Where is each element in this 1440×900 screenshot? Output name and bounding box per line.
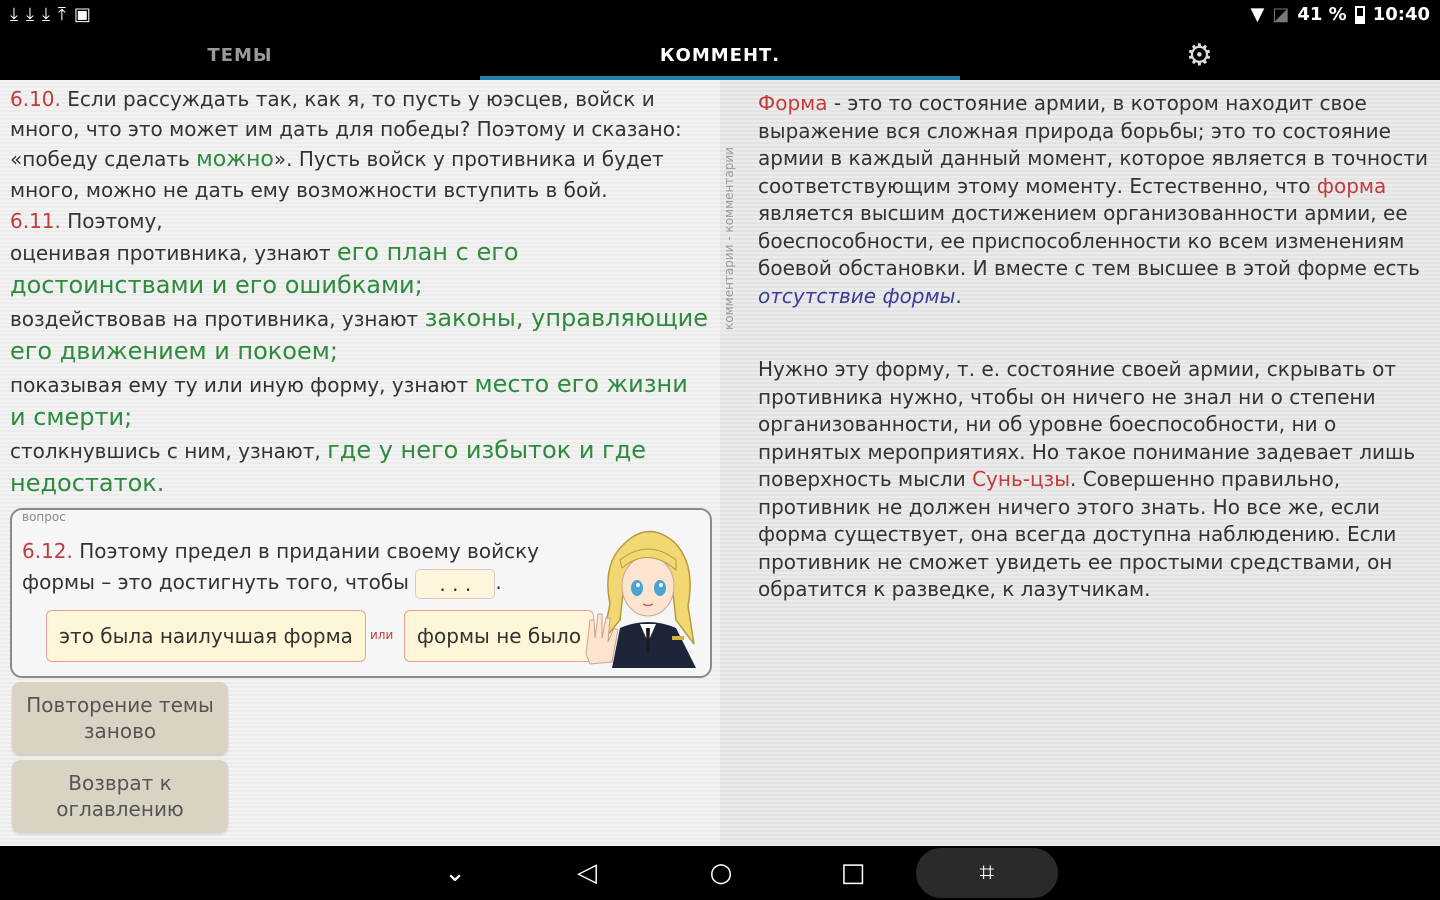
term-highlight[interactable]: форма (1317, 174, 1386, 198)
paragraph-text: Поэтому, (60, 209, 163, 233)
notification-icons: ⤓ ⤓ ⤓ ⤒ ▣ (10, 4, 91, 25)
punctuation: . (156, 469, 165, 497)
answer-option-1[interactable]: это была наилучшая форма (46, 610, 366, 662)
repeat-topic-button[interactable]: Повторение темы заново (12, 682, 228, 754)
status-right: ▼ ◪ 41 % 10:40 (1250, 4, 1430, 25)
back-icon[interactable]: ◁ (562, 846, 612, 900)
home-icon[interactable]: ○ (696, 846, 746, 900)
settings-button[interactable]: ⚙ (960, 30, 1440, 80)
download-icon: ⤓ (10, 4, 18, 25)
answer-blank[interactable]: . . . (415, 568, 496, 599)
chevron-down-icon[interactable]: ⌄ (430, 846, 480, 900)
paragraph-number: 6.10. (10, 87, 61, 111)
gear-icon: ⚙ (1186, 37, 1214, 73)
clock: 10:40 (1372, 4, 1430, 25)
battery-text: 41 % (1297, 4, 1347, 25)
or-label: или (370, 628, 394, 642)
paragraph-number: 6.11. (10, 209, 61, 233)
comment-paragraph-1: Форма - это то состояние армии, в которо… (758, 90, 1428, 310)
text-pane: 6.10. Если рассуждать так, как я, то пус… (0, 80, 720, 846)
keyword-highlight: можно (196, 147, 274, 172)
question-text: 6.12. Поэтому предел в придании своему в… (22, 536, 582, 599)
tab-bar: ТЕМЫ КОММЕНТ. ⚙ (0, 30, 1440, 80)
navigation-bar: ⌄ ◁ ○ □ ⌗ (0, 846, 1440, 900)
line-text: показывая ему ту или иную форму, узнают (10, 373, 475, 397)
question-number: 6.12. (22, 539, 73, 563)
image-icon: ▣ (73, 4, 91, 25)
comment-pane: комментарии - комментарии Форма - это то… (720, 80, 1440, 846)
paragraph-6-10: 6.10. Если рассуждать так, как я, то пус… (10, 84, 710, 205)
upload-icon: ⤒ (57, 4, 66, 25)
download-icon: ⤓ (25, 4, 34, 25)
question-card: вопрос 6.12. Поэтому предел в придании с… (10, 508, 712, 678)
download-icon: ⤓ (41, 4, 50, 25)
punctuation: ; (329, 337, 338, 365)
punctuation: . (495, 570, 502, 594)
term-highlight[interactable]: Сунь-цзы (972, 467, 1070, 491)
paragraph-6-11: 6.11. Поэтому, оценивая противника, узна… (10, 206, 710, 500)
comment-text: является высшим достижением организованн… (758, 201, 1420, 280)
comments-side-label: комментарии - комментарии (722, 147, 736, 330)
tab-themes[interactable]: ТЕМЫ (0, 30, 480, 80)
question-label: вопрос (22, 510, 66, 524)
line-text: столкнувшись с ним, узнают, (10, 439, 328, 463)
line-text: оценивая противника, узнают (10, 241, 337, 265)
screenshot-icon[interactable]: ⌗ (916, 848, 1058, 898)
term-highlight[interactable]: Форма (758, 91, 828, 115)
signal-icon: ◪ (1272, 4, 1290, 25)
wifi-icon: ▼ (1250, 4, 1265, 25)
punctuation: ; (414, 271, 423, 299)
recents-icon[interactable]: □ (828, 846, 878, 900)
character-illustration (585, 530, 696, 668)
comment-text: . (955, 283, 962, 308)
term-link[interactable]: отсутствие формы (758, 284, 955, 308)
comment-paragraph-2: Нужно эту форму, т. е. состояние своей а… (758, 356, 1428, 604)
line-text: воздействовав на противника, узнают (10, 307, 425, 331)
answer-option-2[interactable]: формы не было (404, 610, 594, 662)
punctuation: ; (124, 403, 133, 431)
tab-comment[interactable]: КОММЕНТ. (480, 30, 960, 80)
status-bar: ⤓ ⤓ ⤓ ⤒ ▣ ▼ ◪ 41 % 10:40 (0, 0, 1440, 30)
back-to-contents-button[interactable]: Возврат к оглавлению (12, 760, 228, 832)
battery-icon (1354, 5, 1365, 24)
